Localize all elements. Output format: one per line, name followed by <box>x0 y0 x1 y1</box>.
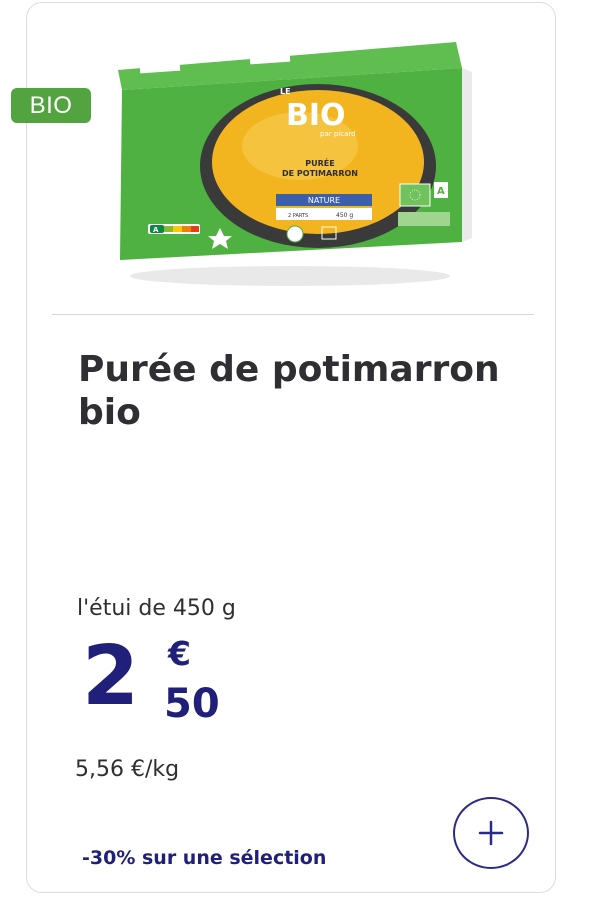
brand-sub: par picard <box>320 130 356 138</box>
price-integer: 2 <box>82 629 140 724</box>
plus-icon <box>478 820 504 846</box>
package-weight: 450 g <box>336 212 353 219</box>
nutriscore-letter: A <box>153 226 159 234</box>
product-title: Purée de potimarron bio <box>78 349 500 433</box>
package-variant: NATURE <box>308 196 340 205</box>
product-image: LE BIO par picard PURÉE DE POTIMARRON NA… <box>118 42 472 286</box>
package-name-line2: DE POTIMARRON <box>282 169 358 178</box>
add-to-cart-button[interactable] <box>453 797 529 869</box>
brand-top: LE <box>280 87 291 96</box>
package-name-line1: PURÉE <box>305 157 334 168</box>
divider <box>52 314 534 315</box>
product-unit: l'étui de 450 g <box>77 596 236 621</box>
price-decimal: 50 <box>164 681 220 727</box>
svg-text:A: A <box>437 186 445 197</box>
promo-link[interactable]: -30% sur une sélection <box>82 847 326 869</box>
package-parts: 2 PARTS <box>288 213 308 219</box>
price-per-kg: 5,56 €/kg <box>75 757 180 782</box>
price-currency: € <box>168 634 191 673</box>
brand-logo: BIO <box>286 98 346 133</box>
bio-badge-label: BIO <box>29 91 73 119</box>
bio-badge: BIO <box>11 88 91 123</box>
